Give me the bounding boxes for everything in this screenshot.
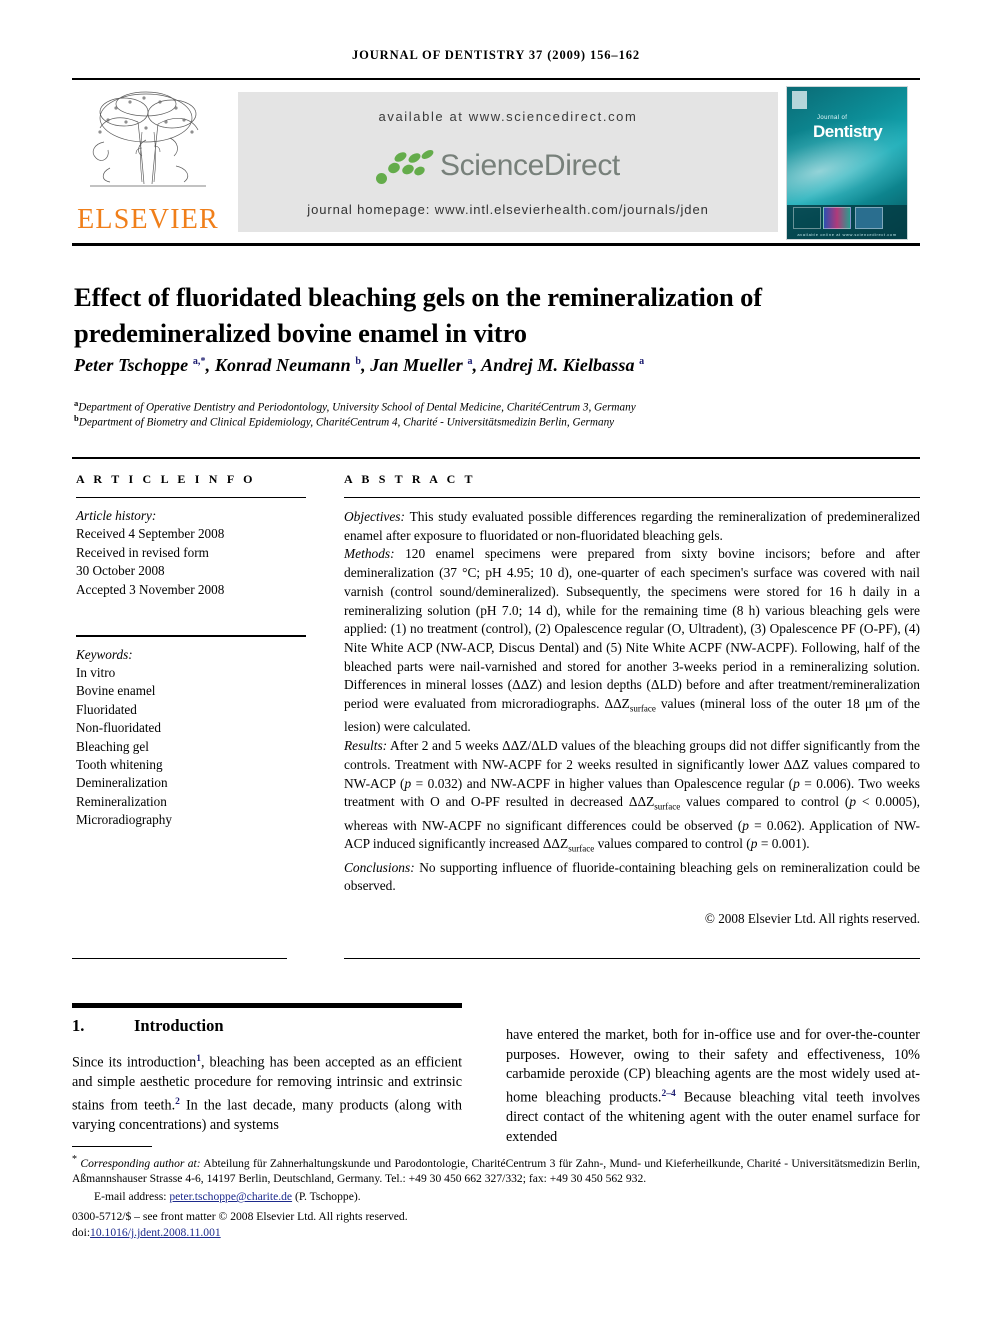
results-text: After 2 and 5 weeks ΔΔZ/ΔLD values of th… — [344, 738, 920, 854]
keywords-list: Keywords: In vitro Bovine enamel Fluorid… — [76, 646, 306, 830]
footnote-rule — [72, 1146, 152, 1148]
email-note: E-mail address: peter.tschoppe@charite.d… — [72, 1189, 920, 1205]
info-section-rule — [72, 457, 920, 459]
abstract-end-rule-left — [72, 958, 287, 960]
abstract-methods: Methods: 120 enamel specimens were prepa… — [344, 545, 920, 737]
conclusions-text: No supporting influence of fluoride-cont… — [344, 859, 920, 894]
keyword-item: Remineralization — [76, 793, 167, 809]
leaf-icon — [420, 148, 435, 161]
conclusions-label: Conclusions: — [344, 859, 415, 875]
keyword-item: Tooth whitening — [76, 757, 163, 773]
page-title: Effect of fluoridated bleaching gels on … — [74, 281, 763, 348]
keywords-label: Keywords: — [76, 646, 133, 662]
abstract-divider — [344, 497, 920, 498]
masthead: ELSEVIER available at www.sciencedirect.… — [72, 86, 920, 240]
asterisk-icon: * — [72, 1154, 77, 1165]
sciencedirect-logo: ScienceDirect — [238, 145, 778, 191]
cover-thumb-3 — [855, 207, 883, 229]
article-info-divider — [76, 497, 306, 498]
cover-thumb-1 — [793, 207, 821, 229]
elsevier-logo: ELSEVIER — [72, 86, 224, 238]
issn-front-matter: 0300-5712/$ – see front matter © 2008 El… — [72, 1209, 408, 1223]
methods-label: Methods: — [344, 546, 395, 562]
section-heavy-rule — [72, 1003, 462, 1008]
keyword-item: Microradiography — [76, 812, 172, 828]
abstract-column: A B S T R A C T Objectives: This study e… — [344, 472, 920, 927]
elsevier-tree-icon — [80, 88, 214, 200]
affiliation-b: bDepartment of Biometry and Clinical Epi… — [74, 413, 615, 429]
copyright-line: © 2008 Elsevier Ltd. All rights reserved… — [704, 911, 920, 927]
leaf-icon — [406, 151, 423, 165]
keyword-item: Bovine enamel — [76, 683, 156, 699]
section-number: 1. — [72, 1016, 85, 1035]
results-label: Results: — [344, 738, 388, 754]
doi-label: doi: — [72, 1226, 91, 1240]
history-item: Accepted 3 November 2008 — [76, 581, 225, 597]
corresponding-author-label: Corresponding author at: — [80, 1156, 201, 1170]
section-heading-introduction: 1. Introduction — [72, 1016, 462, 1036]
history-item: 30 October 2008 — [76, 563, 165, 579]
cover-publisher-mark — [792, 91, 807, 109]
leaf-icon — [376, 173, 387, 184]
section-title: Introduction — [134, 1016, 224, 1035]
history-item: Received 4 September 2008 — [76, 526, 225, 542]
cover-thumb-2 — [823, 207, 851, 229]
sciencedirect-wordmark: ScienceDirect — [440, 149, 620, 182]
cover-title: Dentistry — [813, 122, 883, 141]
cover-footer-text: available online at www.sciencedirect.co… — [797, 232, 897, 237]
leaf-icon — [392, 150, 409, 164]
leaf-icon — [386, 160, 402, 176]
introduction-paragraph-left: Since its introduction1, bleaching has b… — [72, 1054, 463, 1134]
body-column-right: have entered the market, both for in-off… — [506, 1026, 920, 1147]
methods-text: 120 enamel specimens were prepared from … — [344, 546, 920, 735]
affiliation-b-text: Department of Biometry and Clinical Epid… — [78, 416, 615, 429]
objectives-label: Objectives: — [344, 509, 405, 524]
cover-kicker: Journal of — [817, 115, 848, 121]
header-rule — [72, 78, 920, 80]
keyword-item: Fluoridated — [76, 701, 137, 717]
corresponding-author-note: * Corresponding author at: Abteilung für… — [72, 1152, 920, 1187]
abstract-conclusions: Conclusions: No supporting influence of … — [344, 859, 920, 896]
running-head: JOURNAL OF DENTISTRY 37 (2009) 156–162 — [351, 48, 641, 62]
abstract-heading: A B S T R A C T — [344, 472, 476, 486]
footnote-block: * Corresponding author at: Abteilung für… — [72, 1152, 920, 1241]
email-owner: (P. Tschoppe). — [294, 1190, 361, 1204]
article-info-column: A R T I C L E I N F O Article history: R… — [76, 472, 306, 830]
article-info-heading: A R T I C L E I N F O — [76, 472, 256, 486]
author-list: Peter Tschoppe a,*, Konrad Neumann b, Ja… — [74, 355, 645, 375]
masthead-rule — [72, 243, 920, 246]
introduction-paragraph-right: have entered the market, both for in-off… — [506, 1027, 921, 1145]
history-item: Received in revised form — [76, 544, 209, 560]
journal-homepage-text: journal homepage: www.intl.elsevierhealt… — [307, 202, 709, 217]
elsevier-wordmark: ELSEVIER — [77, 204, 219, 235]
keyword-item: Demineralization — [76, 775, 168, 791]
available-at-text: available at www.sciencedirect.com — [378, 109, 638, 124]
doi-link[interactable]: 10.1016/j.jdent.2008.11.001 — [90, 1226, 221, 1239]
abstract-body: Objectives: This study evaluated possibl… — [344, 508, 920, 896]
article-history-label: Article history: — [76, 508, 157, 523]
leaf-icon — [400, 162, 416, 177]
journal-cover-thumbnail: Journal of Dentistry available online at… — [786, 86, 908, 240]
keyword-item: In vitro — [76, 665, 116, 681]
email-label: E-mail address: — [94, 1190, 167, 1204]
keyword-item: Non-fluoridated — [76, 720, 161, 736]
keyword-item: Bleaching gel — [76, 738, 149, 754]
journal-article-page: JOURNAL OF DENTISTRY 37 (2009) 156–162 E… — [0, 0, 992, 1323]
objectives-text: This study evaluated possible difference… — [344, 509, 920, 543]
keywords-divider — [76, 635, 306, 637]
article-history: Article history: Received 4 September 20… — [76, 507, 306, 599]
abstract-end-rule-right — [344, 958, 920, 960]
body-column-left: 1. Introduction Since its introduction1, … — [72, 1010, 462, 1136]
abstract-objectives: Objectives: This study evaluated possibl… — [344, 508, 920, 545]
leaf-icon — [412, 165, 427, 177]
doi-line: doi:10.1016/j.jdent.2008.11.001 — [72, 1225, 920, 1241]
email-link[interactable]: peter.tschoppe@charite.de — [169, 1190, 292, 1203]
sciencedirect-banner: available at www.sciencedirect.com Scien… — [238, 92, 778, 232]
abstract-results: Results: After 2 and 5 weeks ΔΔZ/ΔLD val… — [344, 737, 920, 859]
